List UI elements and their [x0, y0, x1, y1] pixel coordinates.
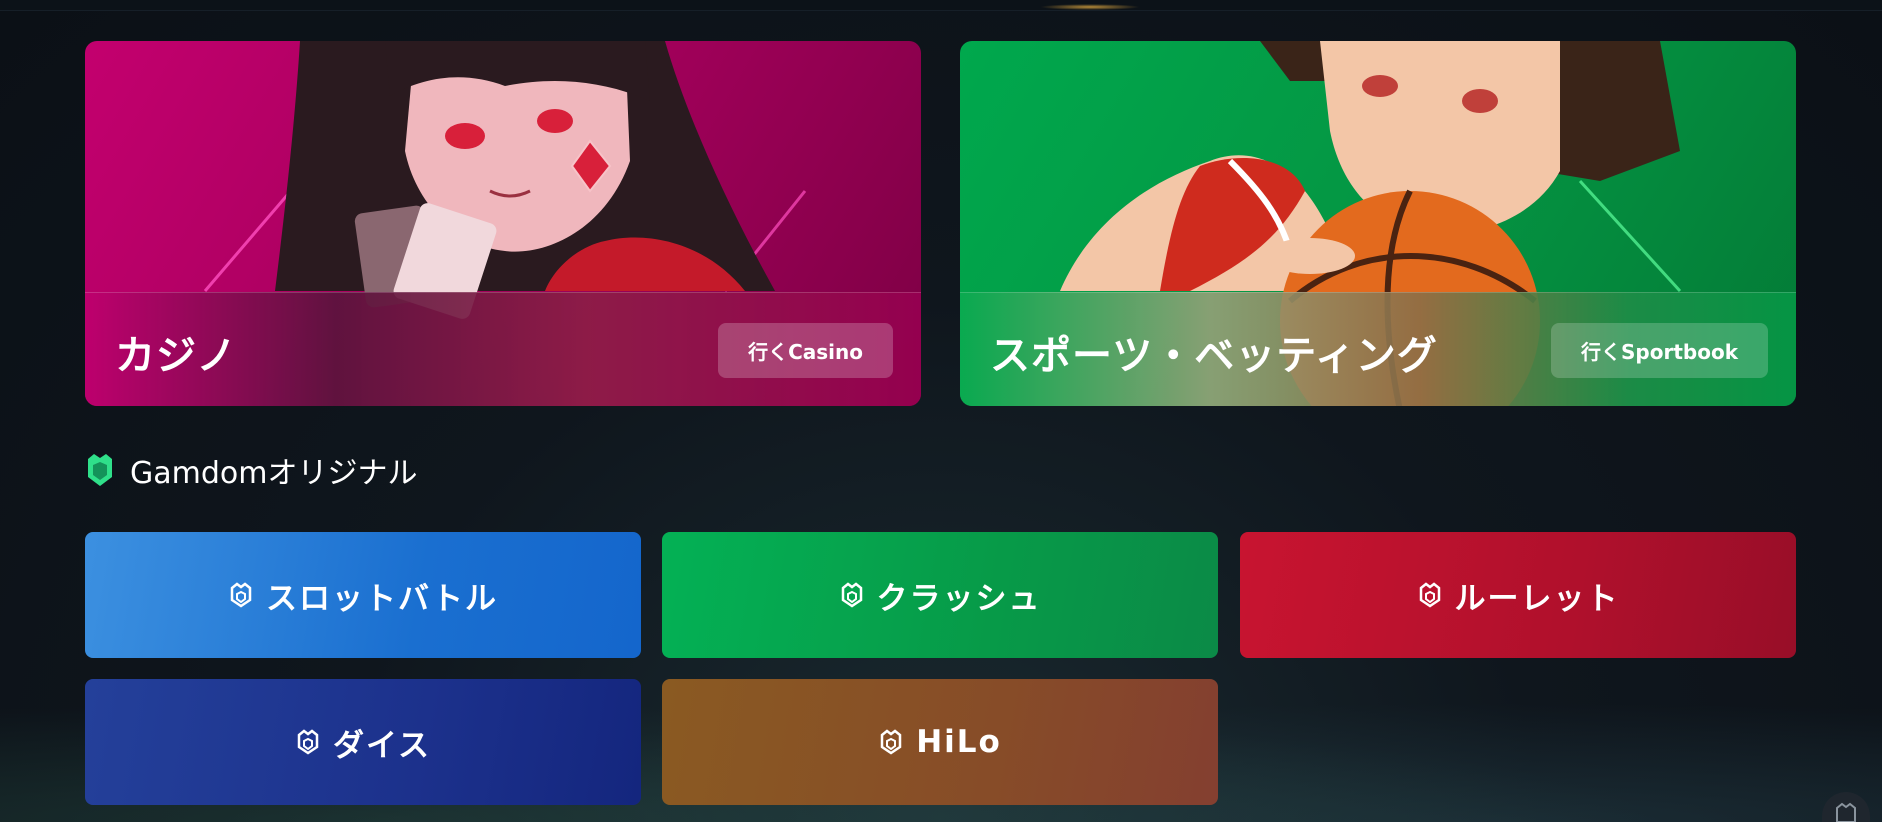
roulette-tile[interactable]: ルーレット	[1240, 532, 1796, 658]
gamdom-logo-icon	[88, 454, 112, 486]
sports-hero-card[interactable]: スポーツ・ベッティング 行くSportbook	[960, 41, 1796, 406]
sports-title: スポーツ・ベッティング	[990, 333, 1438, 379]
top-glow-accent	[1040, 4, 1140, 10]
casino-caption-bar: カジノ 行くCasino	[85, 292, 921, 406]
hilo-label: HiLo	[916, 724, 1002, 760]
casino-title: カジノ	[115, 333, 238, 379]
gamdom-originals-header: Gamdomオリジナル	[85, 448, 417, 492]
go-casino-button[interactable]: 行くCasino	[718, 323, 893, 378]
gamdom-shield-icon	[880, 729, 902, 755]
roulette-label: ルーレット	[1454, 580, 1620, 617]
gamdom-shield-icon	[230, 582, 252, 608]
top-navbar-edge	[0, 0, 1882, 11]
gamdom-shield-icon	[1419, 582, 1440, 608]
crash-tile[interactable]: クラッシュ	[662, 532, 1218, 658]
go-sportsbook-button[interactable]: 行くSportbook	[1551, 323, 1768, 378]
dice-label: ダイス	[332, 727, 432, 764]
casino-hero-card[interactable]: カジノ 行くCasino	[85, 41, 921, 406]
slot-battle-label: スロットバトル	[266, 580, 498, 617]
hilo-tile[interactable]: HiLo	[662, 679, 1218, 805]
sports-caption-bar: スポーツ・ベッティング 行くSportbook	[960, 292, 1796, 406]
section-title: Gamdomオリジナル	[130, 456, 418, 491]
slot-battle-tile[interactable]: スロットバトル	[85, 532, 641, 658]
gamdom-shield-icon	[297, 729, 319, 755]
crash-label: クラッシュ	[876, 580, 1042, 617]
gamdom-shield-icon	[841, 582, 862, 608]
dice-tile[interactable]: ダイス	[85, 679, 641, 805]
gamdom-shield-icon	[1836, 802, 1856, 822]
